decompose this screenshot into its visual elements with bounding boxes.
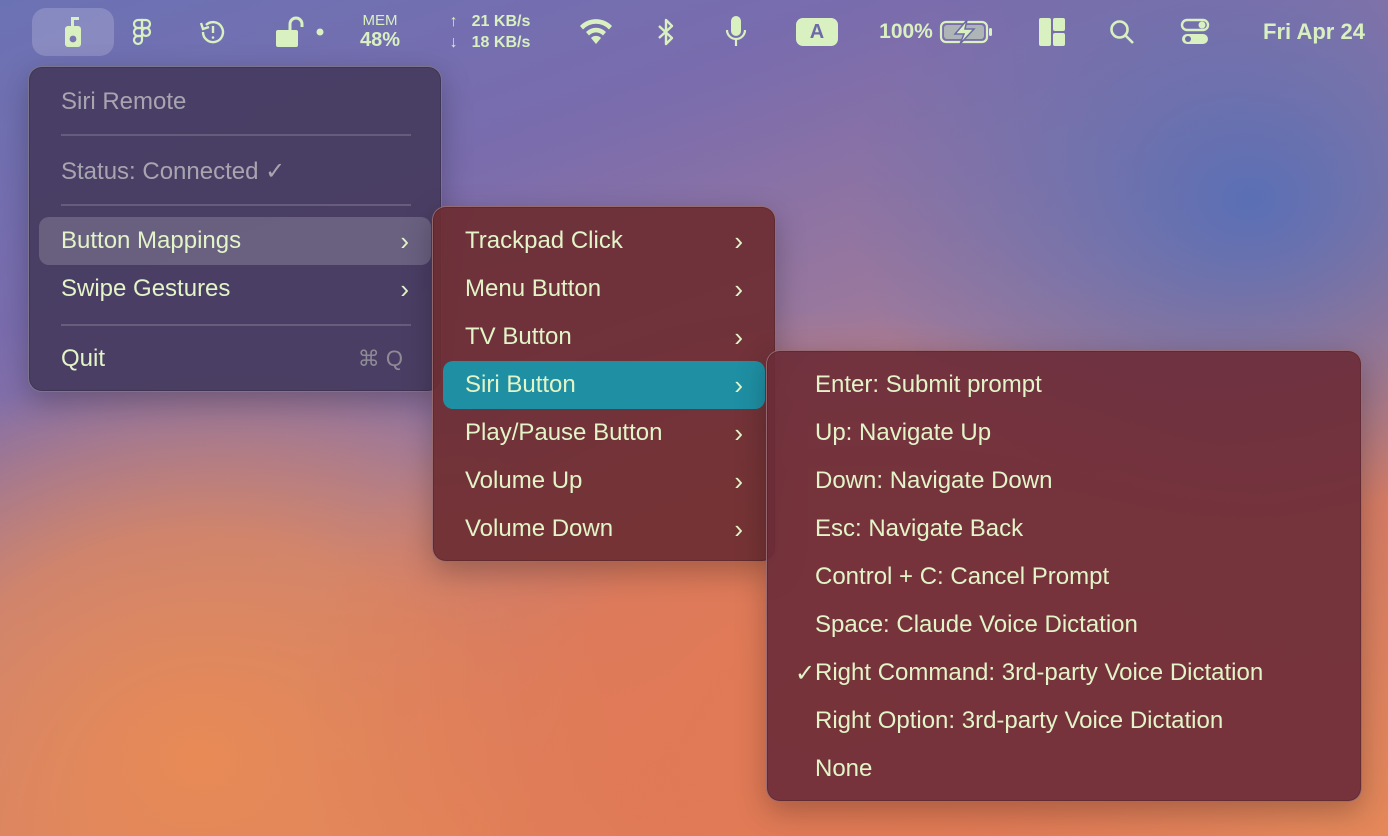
menubar-clock[interactable]: Fri Apr 24 [1250,0,1378,64]
download-rate: 18 KB/s [471,34,531,51]
menu-item-control-c-cancel[interactable]: Control + C: Cancel Prompt [777,553,1351,601]
menu-item-siri-button[interactable]: Siri Button › [443,361,765,409]
mem-label: MEM [362,12,398,29]
input-source-badge: A [796,18,838,46]
bluetooth-icon [658,18,674,46]
chevron-right-icon: › [734,417,743,448]
menu-item-none[interactable]: None [777,745,1351,793]
menu-item-label: Right Option: 3rd-party Voice Dictation [815,707,1224,734]
status-item: Status: Connected ✓ [61,157,286,185]
menu-item-volume-up[interactable]: Volume Up › [443,457,765,505]
wifi-menu-extra[interactable] [574,0,618,64]
microphone-menu-extra[interactable] [718,0,754,64]
menu-item-label: Space: Claude Voice Dictation [815,611,1138,638]
chevron-right-icon: › [734,273,743,304]
control-center-menu-extra[interactable] [1174,0,1216,64]
chevron-right-icon: › [734,513,743,544]
menu-item-esc-back[interactable]: Esc: Navigate Back [777,505,1351,553]
chevron-right-icon: › [734,321,743,352]
menu-item-right-option-dictation[interactable]: Right Option: 3rd-party Voice Dictation [777,697,1351,745]
bluetooth-menu-extra[interactable] [648,0,684,64]
menu-item-label: Volume Up [465,467,583,494]
menu-item-down-navigate[interactable]: Down: Navigate Down [777,457,1351,505]
siri-button-submenu: Enter: Submit prompt Up: Navigate Up Dow… [766,350,1362,802]
lock-menu-extra[interactable] [268,0,328,64]
menu-item-label: Volume Down [465,515,614,542]
menu-item-label: Swipe Gestures [61,275,231,302]
menu-item-label: Down: Navigate Down [815,467,1053,494]
wifi-icon [580,19,612,44]
siri-remote-menu: Siri Remote Status: Connected ✓ Button M… [28,66,442,392]
menu-item-volume-down[interactable]: Volume Down › [443,505,765,553]
chevron-right-icon: › [400,273,409,304]
time-machine-menu-extra[interactable] [192,0,234,64]
menu-item-label: None [815,755,873,782]
memory-stat[interactable]: MEM 48% [350,0,410,64]
checkmark-icon: ✓ [795,659,816,687]
menu-item-right-command-dictation[interactable]: ✓ Right Command: 3rd-party Voice Dictati… [777,649,1351,697]
window-layout-icon [1039,18,1065,46]
menu-title: Siri Remote [61,88,187,115]
menu-item-quit[interactable]: Quit ⌘ Q [39,335,431,383]
menu-item-label: Enter: Submit prompt [815,371,1042,398]
mem-value: 48% [359,29,401,51]
download-arrow-icon: ↓ [449,34,458,51]
menu-item-button-mappings[interactable]: Button Mappings › [39,217,431,265]
menu-item-label: Up: Navigate Up [815,419,992,446]
figma-menu-extra[interactable] [122,0,162,64]
menu-item-enter-submit[interactable]: Enter: Submit prompt [777,361,1351,409]
menu-item-label: Play/Pause Button [465,419,663,446]
upload-rate: 21 KB/s [471,13,531,30]
menu-item-label: Siri Button [465,371,576,398]
menu-item-label: TV Button [465,323,572,350]
chevron-right-icon: › [734,225,743,256]
menu-item-trackpad-click[interactable]: Trackpad Click › [443,217,765,265]
upload-arrow-icon: ↑ [449,13,458,30]
time-machine-icon [199,20,225,44]
figma-icon [132,18,152,46]
menu-item-space-dictation[interactable]: Space: Claude Voice Dictation [777,601,1351,649]
search-icon [1110,20,1134,44]
menu-item-label: Trackpad Click [465,227,623,254]
menu-separator [61,134,411,136]
chevron-right-icon: › [400,225,409,256]
menu-item-menu-button[interactable]: Menu Button › [443,265,765,313]
menu-item-label: Button Mappings [61,227,242,254]
menu-item-up-navigate[interactable]: Up: Navigate Up [777,409,1351,457]
chevron-right-icon: › [734,369,743,400]
chevron-right-icon: › [734,465,743,496]
remote-icon [65,17,81,47]
battery-percent: 100% [879,20,933,43]
quit-shortcut: ⌘ Q [357,346,403,371]
menu-item-label: Right Command: 3rd-party Voice Dictation [815,659,1264,686]
spotlight-menu-extra[interactable] [1104,0,1140,64]
menu-separator [61,204,411,206]
menu-bar: MEM 48% ↑ ↓ 21 KB/s 18 KB/s A 100% Fri A… [0,0,1388,64]
control-center-icon [1180,18,1210,44]
lock-icon [276,16,324,47]
button-mappings-submenu: Trackpad Click › Menu Button › TV Button… [432,206,776,562]
menu-item-label: Esc: Navigate Back [815,515,1024,542]
menu-item-play-pause-button[interactable]: Play/Pause Button › [443,409,765,457]
menu-item-label: Quit [61,345,106,372]
menu-separator [61,324,411,326]
menu-item-label: Control + C: Cancel Prompt [815,563,1110,590]
battery-menu-extra[interactable]: 100% [874,0,1000,64]
siri-remote-menu-extra[interactable] [32,8,114,56]
input-source-menu-extra[interactable]: A [790,0,844,64]
menu-item-tv-button[interactable]: TV Button › [443,313,765,361]
menu-item-label: Menu Button [465,275,602,302]
battery-charging-icon [939,19,992,45]
menu-item-swipe-gestures[interactable]: Swipe Gestures › [39,265,431,313]
microphone-icon [725,16,747,46]
network-stat[interactable]: ↑ ↓ 21 KB/s 18 KB/s [432,0,548,64]
window-layout-menu-extra[interactable] [1032,0,1072,64]
